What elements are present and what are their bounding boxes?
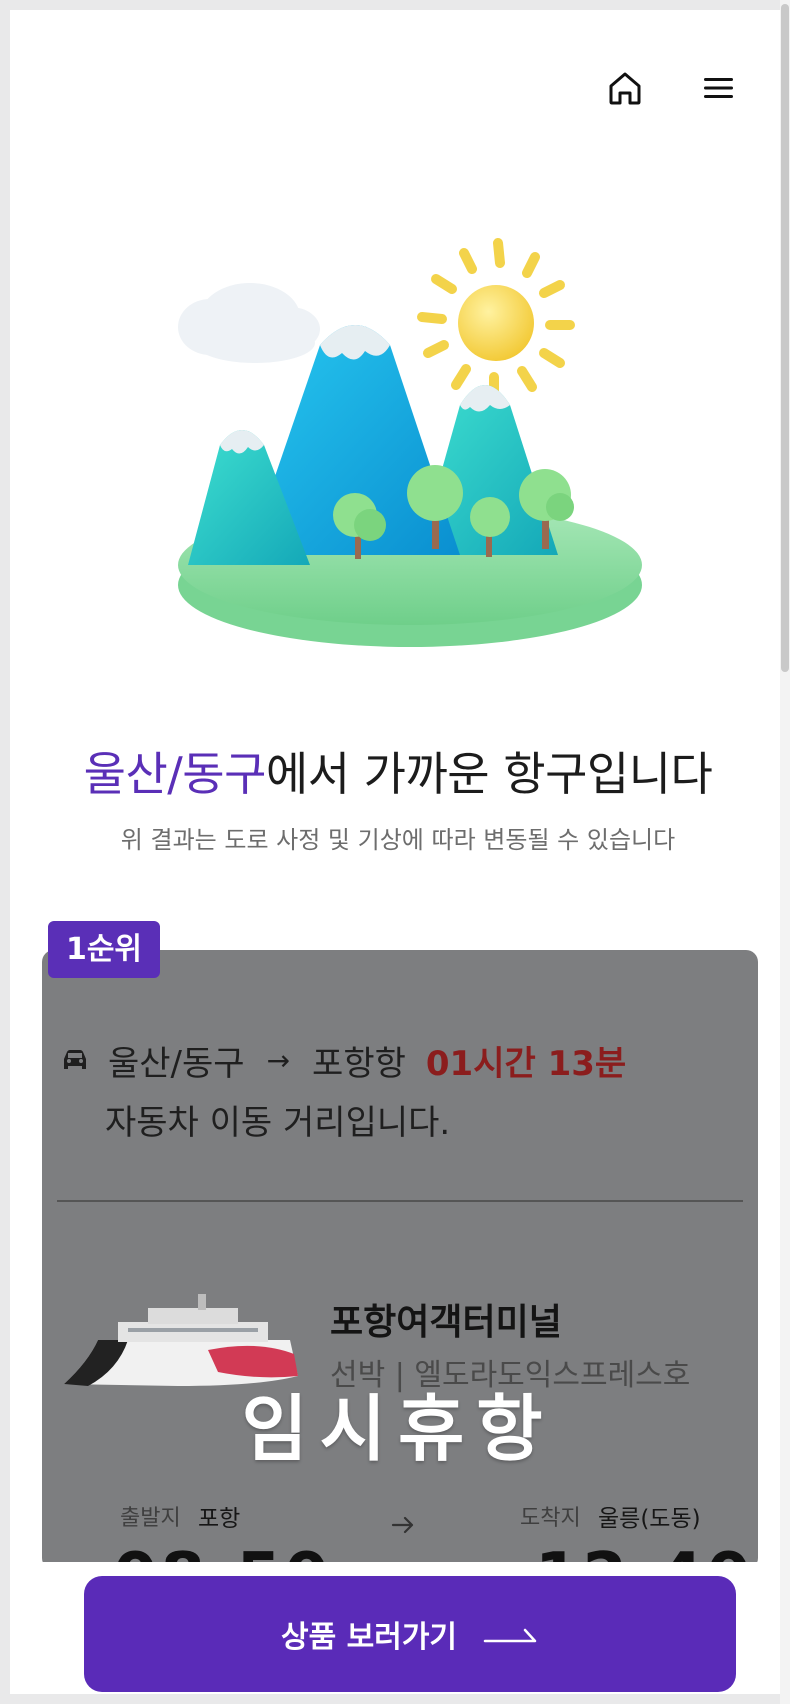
origin-location: 울산/동구 bbox=[83, 747, 267, 801]
headline-suffix: 에서 가까운 항구입니다 bbox=[265, 747, 713, 801]
depart-port: 포항 bbox=[198, 1506, 241, 1532]
view-products-button[interactable]: 상품 보러가기 bbox=[84, 1576, 736, 1692]
depart-label: 출발지 bbox=[120, 1506, 181, 1531]
long-arrow-right-icon bbox=[483, 1628, 537, 1643]
drive-duration: 01시간 13분 bbox=[425, 1043, 627, 1084]
arrive-port: 울릉(도동) bbox=[598, 1506, 701, 1532]
suspended-status: 임시휴항 bbox=[241, 1387, 555, 1471]
route-port: 포항항 bbox=[312, 1043, 406, 1084]
route-note: 자동차 이동 거리입니다. bbox=[105, 1103, 451, 1143]
arrive-label: 도착지 bbox=[520, 1506, 581, 1531]
terminal-name: 포항여객터미널 bbox=[330, 1302, 562, 1343]
hamburger-menu-icon bbox=[704, 78, 733, 98]
cta-label: 상품 보러가기 bbox=[280, 1620, 458, 1655]
car-icon bbox=[64, 1050, 86, 1069]
scrollbar[interactable] bbox=[780, 0, 790, 1704]
rank-badge: 1순위 bbox=[48, 921, 160, 978]
mountain-island-illustration bbox=[178, 238, 642, 647]
route-arrow: → bbox=[266, 1043, 291, 1077]
home-button[interactable] bbox=[605, 68, 645, 108]
home-icon bbox=[609, 72, 641, 105]
route-row: 울산/동구 → 포항항 01시간 13분 bbox=[60, 1038, 627, 1084]
route-origin: 울산/동구 bbox=[108, 1043, 245, 1084]
disclaimer-text: 위 결과는 도로 사정 및 기상에 따라 변동될 수 있습니다 bbox=[120, 826, 676, 854]
menu-button[interactable] bbox=[698, 68, 738, 108]
scrollbar-thumb[interactable] bbox=[781, 4, 789, 672]
page-title: 울산/동구에서 가까운 항구입니다 bbox=[10, 738, 786, 804]
divider bbox=[57, 1200, 743, 1202]
arrow-right-icon bbox=[391, 1516, 414, 1534]
app-frame: 울산/동구에서 가까운 항구입니다 위 결과는 도로 사정 및 기상에 따라 변… bbox=[10, 10, 786, 1694]
